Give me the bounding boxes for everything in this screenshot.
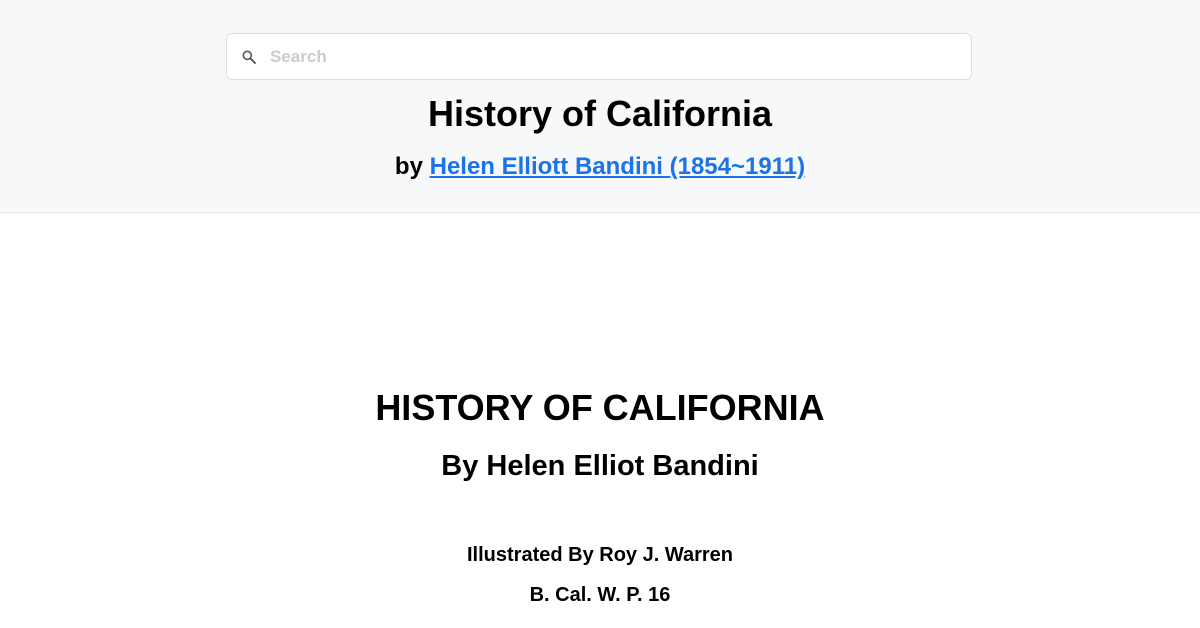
byline: by Helen Elliott Bandini (1854~1911)	[0, 152, 1200, 182]
search-box[interactable]	[226, 33, 972, 80]
imprint-line: B. Cal. W. P. 16	[529, 584, 671, 606]
page-title: History of California	[427, 93, 773, 134]
author-link[interactable]: Helen Elliott Bandini (1854~1911)	[430, 153, 805, 180]
illustrator-credit: Illustrated By Roy J. Warren	[467, 544, 733, 566]
content-author: By Helen Elliot Bandini	[441, 450, 759, 482]
search-icon	[242, 50, 256, 64]
content-title: HISTORY OF CALIFORNIA	[375, 387, 825, 428]
page-header: History of California by Helen Elliott B…	[0, 0, 1200, 213]
search-input[interactable]	[270, 34, 960, 79]
byline-prefix: by	[394, 153, 423, 180]
